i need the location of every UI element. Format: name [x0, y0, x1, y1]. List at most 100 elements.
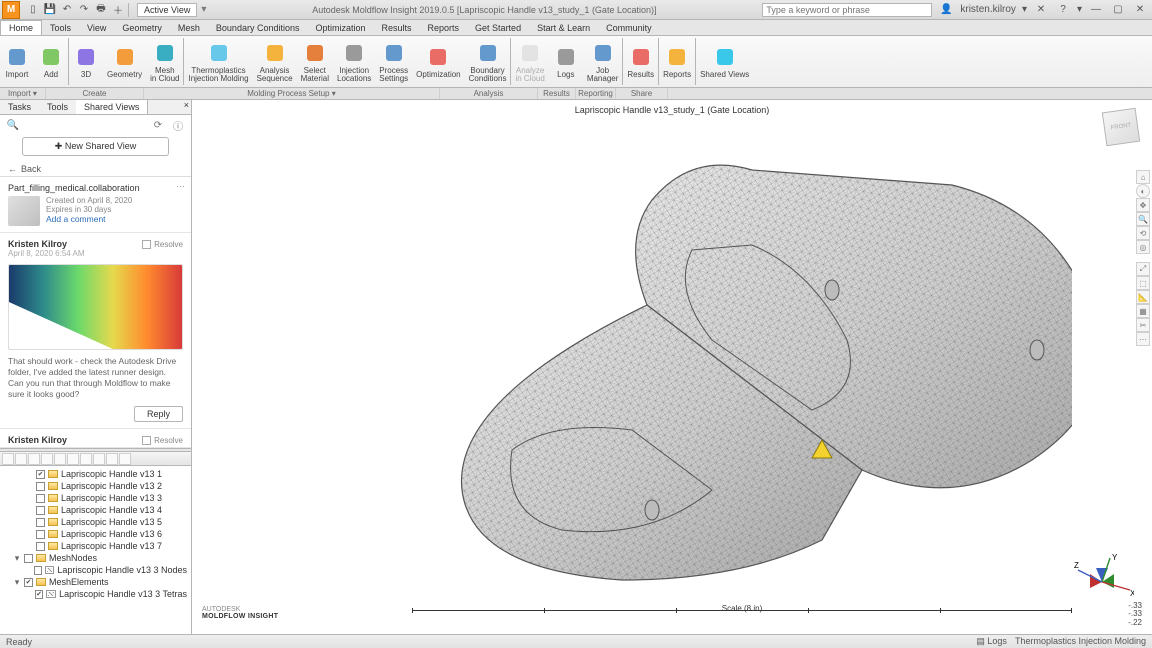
back-button[interactable]: ← Back — [0, 162, 191, 177]
tree-row[interactable]: Lapriscopic Handle v13 4 — [4, 504, 187, 516]
ribbon-logs-button[interactable]: Logs — [549, 36, 583, 87]
zoom-extents-icon[interactable]: ⤢ — [1136, 262, 1150, 276]
panel-tab-shared-views[interactable]: Shared Views — [76, 100, 148, 114]
resolve-toggle[interactable]: Resolve — [142, 436, 183, 445]
refresh-icon[interactable]: ⟳ — [151, 118, 165, 132]
item-menu-icon[interactable]: ⋯ — [176, 181, 185, 192]
layer-tool-3[interactable] — [41, 453, 53, 465]
ribbon-mat-button[interactable]: SelectMaterial — [297, 36, 333, 87]
menu-tab-optimization[interactable]: Optimization — [307, 20, 373, 35]
clip-icon[interactable]: ✂ — [1136, 318, 1150, 332]
ribbon-group-analysis[interactable]: Analysis — [440, 88, 538, 99]
plus-icon[interactable]: ＋ — [111, 3, 125, 17]
layer-tool-2[interactable] — [28, 453, 40, 465]
wheel-icon[interactable]: ◐ — [1136, 184, 1150, 198]
layer-checkbox[interactable] — [36, 482, 45, 491]
username-label[interactable]: kristen.kilroy — [960, 4, 1016, 15]
layer-checkbox[interactable] — [34, 566, 42, 575]
maximize-icon[interactable]: ▢ — [1110, 2, 1126, 18]
view-cube[interactable] — [1102, 108, 1140, 146]
ribbon-geometry-button[interactable]: Geometry — [103, 36, 146, 87]
pan-icon[interactable]: ✥ — [1136, 198, 1150, 212]
layer-tool-4[interactable] — [54, 453, 66, 465]
layer-checkbox[interactable]: ✔ — [24, 578, 33, 587]
layer-tool-8[interactable] — [106, 453, 118, 465]
shared-view-item[interactable]: ⋯ Part_filling_medical.collaboration Cre… — [0, 177, 191, 233]
menu-tab-geometry[interactable]: Geometry — [114, 20, 170, 35]
close-icon[interactable]: ✕ — [1132, 2, 1148, 18]
layer-tool-1[interactable] — [15, 453, 27, 465]
ribbon-shared-button[interactable]: Shared Views — [696, 36, 753, 87]
user-chevron-icon[interactable]: ▾ — [1022, 4, 1027, 15]
layer-tool-9[interactable] — [119, 453, 131, 465]
layer-checkbox[interactable]: ✔ — [35, 590, 44, 599]
layer-checkbox[interactable] — [36, 542, 45, 551]
layer-tool-5[interactable] — [67, 453, 79, 465]
panel-tab-tools[interactable]: Tools — [39, 100, 76, 114]
ribbon-seq-button[interactable]: AnalysisSequence — [253, 36, 297, 87]
ribbon-opt-button[interactable]: Optimization — [412, 36, 464, 87]
redo-icon[interactable]: ↷ — [77, 3, 91, 17]
ribbon-group-reporting[interactable]: Reporting — [576, 88, 616, 99]
tree-row[interactable]: ▾MeshNodes — [4, 552, 187, 564]
tree-row[interactable]: Lapriscopic Handle v13 5 — [4, 516, 187, 528]
ribbon-thermo-button[interactable]: ThermoplasticsInjection Molding — [184, 36, 252, 87]
orbit-icon[interactable]: ⟲ — [1136, 226, 1150, 240]
ribbon-reports-button[interactable]: Reports — [659, 36, 695, 87]
ribbon-bound-button[interactable]: BoundaryConditions — [465, 36, 511, 87]
menu-tab-community[interactable]: Community — [598, 20, 660, 35]
add-comment-link[interactable]: Add a comment — [46, 214, 106, 224]
tree-row[interactable]: Lapriscopic Handle v13 3 Nodes — [4, 564, 187, 576]
undo-icon[interactable]: ↶ — [60, 3, 74, 17]
ribbon-results-button[interactable]: Results — [623, 36, 658, 87]
ribbon-group-molding-process-setup-[interactable]: Molding Process Setup ▾ — [144, 88, 440, 99]
view-more-icon[interactable]: ⋯ — [1136, 332, 1150, 346]
ribbon-jobmgr-button[interactable]: JobManager — [583, 36, 623, 87]
ribbon-group-results[interactable]: Results — [538, 88, 576, 99]
panel-tab-tasks[interactable]: Tasks — [0, 100, 39, 114]
exchange-icon[interactable]: ✕ — [1033, 2, 1049, 18]
ribbon-import-button[interactable]: Import — [0, 36, 34, 87]
help-icon[interactable]: ? — [1055, 2, 1071, 18]
tree-row[interactable]: ✔Lapriscopic Handle v13 3 Tetras — [4, 588, 187, 600]
layer-checkbox[interactable]: ✔ — [36, 470, 45, 479]
menu-tab-get-started[interactable]: Get Started — [467, 20, 529, 35]
ribbon-3d-button[interactable]: 3D — [69, 36, 103, 87]
ribbon-inj-button[interactable]: InjectionLocations — [333, 36, 375, 87]
reply-button[interactable]: Reply — [134, 406, 183, 422]
print-icon[interactable]: 🖶 — [94, 3, 108, 17]
layer-tool-0[interactable] — [2, 453, 14, 465]
ribbon-add-button[interactable]: Add — [34, 36, 68, 87]
info-icon[interactable]: ⓘ — [171, 118, 185, 132]
menu-tab-results[interactable]: Results — [374, 20, 420, 35]
new-shared-view-button[interactable]: ✚ New Shared View — [22, 137, 169, 156]
menu-tab-home[interactable]: Home — [0, 20, 42, 35]
measure-icon[interactable]: 📐 — [1136, 290, 1150, 304]
signin-icon[interactable]: 👤 — [938, 2, 954, 18]
menu-tab-tools[interactable]: Tools — [42, 20, 79, 35]
minimize-icon[interactable]: — — [1088, 2, 1104, 18]
ribbon-group-import-[interactable]: Import ▾ — [0, 88, 46, 99]
tree-row[interactable]: ▾✔MeshElements — [4, 576, 187, 588]
layer-checkbox[interactable] — [36, 518, 45, 527]
save-icon[interactable]: 💾 — [43, 3, 57, 17]
viewport[interactable]: Lapriscopic Handle v13_study_1 (Gate Loc… — [192, 100, 1152, 648]
search-input[interactable] — [762, 3, 932, 17]
tree-row[interactable]: Lapriscopic Handle v13 3 — [4, 492, 187, 504]
zoom-icon[interactable]: 🔍 — [1136, 212, 1150, 226]
active-view-selector[interactable]: Active View — [137, 3, 197, 17]
resolve-toggle[interactable]: Resolve — [142, 240, 183, 249]
section-icon[interactable]: ▦ — [1136, 304, 1150, 318]
ribbon-group-create[interactable]: Create — [46, 88, 144, 99]
home-view-icon[interactable]: ⌂ — [1136, 170, 1150, 184]
layer-checkbox[interactable] — [24, 554, 33, 563]
zoom-window-icon[interactable]: ⬚ — [1136, 276, 1150, 290]
search-icon[interactable]: 🔍 — [6, 118, 20, 132]
open-icon[interactable]: ▯ — [26, 3, 40, 17]
tree-row[interactable]: Lapriscopic Handle v13 2 — [4, 480, 187, 492]
tree-row[interactable]: Lapriscopic Handle v13 7 — [4, 540, 187, 552]
ribbon-proc-button[interactable]: ProcessSettings — [375, 36, 412, 87]
tree-row[interactable]: ✔Lapriscopic Handle v13 1 — [4, 468, 187, 480]
layer-checkbox[interactable] — [36, 494, 45, 503]
status-logs[interactable]: ▤ Logs — [976, 636, 1007, 647]
